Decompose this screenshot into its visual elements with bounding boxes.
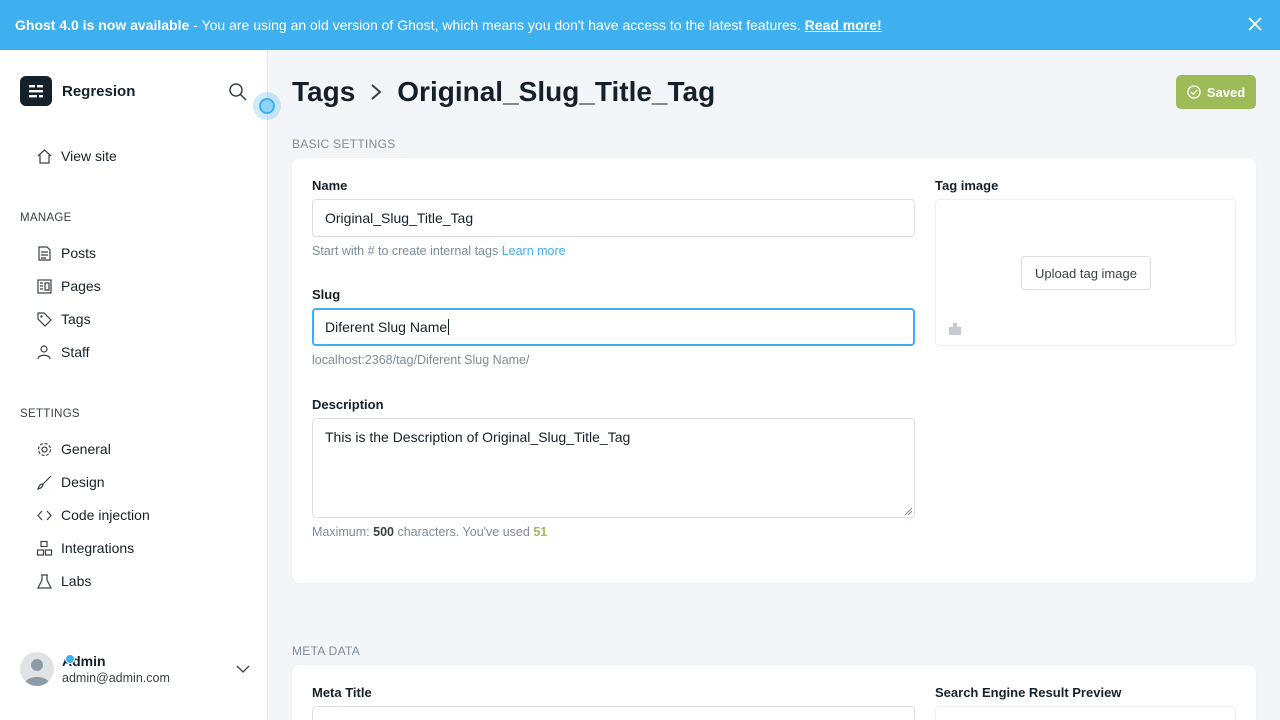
sidebar: Regresion View site MANAGE Posts Pages T…: [0, 50, 268, 720]
sidebar-item-posts[interactable]: Posts: [36, 242, 96, 264]
pages-icon: [37, 278, 52, 294]
resize-handle-icon[interactable]: [904, 507, 912, 515]
sidebar-item-label: Code injection: [61, 507, 150, 523]
brand[interactable]: Regresion: [20, 76, 135, 106]
sidebar-item-label: Posts: [61, 245, 97, 261]
meta-title-label: Meta Title: [312, 685, 372, 700]
user-name: Admin: [62, 653, 106, 669]
sidebar-item-label: Pages: [61, 278, 101, 294]
sidebar-item-code-injection[interactable]: Code injection: [36, 504, 150, 526]
banner-read-more-link[interactable]: Read more!: [805, 17, 882, 33]
basic-settings-card: Name Original_Slug_Title_Tag Start with …: [292, 158, 1256, 583]
sidebar-item-labs[interactable]: Labs: [36, 570, 91, 592]
slug-input[interactable]: Diferent Slug Name: [312, 308, 915, 346]
counter-used: 51: [533, 525, 548, 539]
user-menu[interactable]: Admin admin@admin.com: [20, 652, 250, 686]
meta-title-input[interactable]: [312, 706, 915, 720]
breadcrumb: Tags Original_Slug_Title_Tag: [292, 74, 715, 110]
sidebar-item-label: Staff: [61, 344, 90, 360]
manage-heading: MANAGE: [20, 212, 72, 224]
description-counter: Maximum: 500 characters. You've used 51: [312, 525, 547, 539]
update-banner: Ghost 4.0 is now available - You are usi…: [0, 0, 1280, 50]
sidebar-item-tags[interactable]: Tags: [36, 308, 91, 330]
name-label: Name: [312, 178, 348, 193]
sidebar-item-pages[interactable]: Pages: [36, 275, 101, 297]
ghost-logo-icon: [20, 76, 52, 106]
tag-icon: [37, 311, 52, 327]
integrations-icon: [36, 540, 53, 556]
sidebar-item-integrations[interactable]: Integrations: [36, 537, 134, 559]
name-hint: Start with # to create internal tags Lea…: [312, 244, 566, 258]
banner-title: Ghost 4.0 is now available: [15, 17, 190, 33]
chevron-down-icon: [236, 665, 250, 673]
sidebar-item-label: Tags: [61, 311, 91, 327]
slug-input-value: Diferent Slug Name: [325, 319, 448, 335]
meta-data-heading: META DATA: [292, 644, 361, 658]
chevron-right-icon: [371, 84, 382, 100]
tour-pulse-indicator[interactable]: [253, 92, 281, 120]
saved-label: Saved: [1206, 84, 1246, 100]
check-circle-icon: [1187, 85, 1201, 99]
brush-icon: [37, 475, 52, 490]
counter-max: 500: [373, 525, 394, 539]
counter-prefix: Maximum:: [312, 525, 370, 539]
notification-dot: [65, 654, 75, 664]
code-icon: [37, 510, 52, 520]
gear-icon: [37, 442, 52, 456]
breadcrumb-tags-link[interactable]: Tags: [292, 76, 355, 108]
flask-icon: [37, 573, 52, 589]
search-icon[interactable]: [228, 82, 248, 102]
text-caret: [448, 319, 450, 335]
basic-settings-heading: BASIC SETTINGS: [292, 137, 396, 151]
name-input-value: Original_Slug_Title_Tag: [325, 210, 474, 226]
tag-image-label: Tag image: [935, 178, 999, 193]
search-preview-box: [935, 706, 1236, 720]
counter-mid: characters. You've used: [397, 525, 530, 539]
sidebar-item-label: Labs: [61, 573, 92, 589]
home-icon: [37, 148, 52, 164]
saved-button[interactable]: Saved: [1176, 75, 1256, 109]
sidebar-item-general[interactable]: General: [36, 438, 111, 460]
slug-label: Slug: [312, 287, 341, 302]
staff-icon: [37, 344, 51, 359]
sidebar-item-staff[interactable]: Staff: [36, 341, 90, 363]
tag-image-uploader: Upload tag image: [935, 199, 1236, 346]
name-input[interactable]: Original_Slug_Title_Tag: [312, 199, 915, 237]
meta-data-card: Meta Title Search Engine Result Preview: [292, 665, 1256, 720]
sidebar-item-design[interactable]: Design: [36, 471, 105, 493]
banner-message: - You are using an old version of Ghost,…: [193, 17, 801, 33]
sidebar-item-label: General: [61, 441, 111, 457]
sidebar-item-label: View site: [61, 148, 117, 164]
avatar: [20, 652, 54, 686]
user-email: admin@admin.com: [62, 671, 170, 685]
description-textarea[interactable]: This is the Description of Original_Slug…: [312, 418, 915, 518]
posts-icon: [38, 245, 51, 261]
description-label: Description: [312, 397, 384, 412]
name-hint-text: Start with # to create internal tags: [312, 244, 499, 258]
sidebar-item-label: Integrations: [61, 540, 135, 556]
image-icon: [949, 323, 961, 335]
slug-url-preview: localhost:2368/tag/Diferent Slug Name/: [312, 353, 530, 367]
upload-tag-image-button[interactable]: Upload tag image: [1021, 256, 1151, 290]
sidebar-item-view-site[interactable]: View site: [36, 145, 117, 167]
description-value: This is the Description of Original_Slug…: [325, 429, 631, 445]
page-title: Original_Slug_Title_Tag: [397, 76, 716, 107]
site-name: Regresion: [62, 82, 136, 100]
sidebar-item-label: Design: [61, 474, 105, 490]
search-preview-label: Search Engine Result Preview: [935, 685, 1122, 700]
learn-more-link[interactable]: Learn more: [502, 244, 566, 258]
settings-heading: SETTINGS: [20, 408, 80, 420]
close-icon[interactable]: [1248, 17, 1262, 31]
